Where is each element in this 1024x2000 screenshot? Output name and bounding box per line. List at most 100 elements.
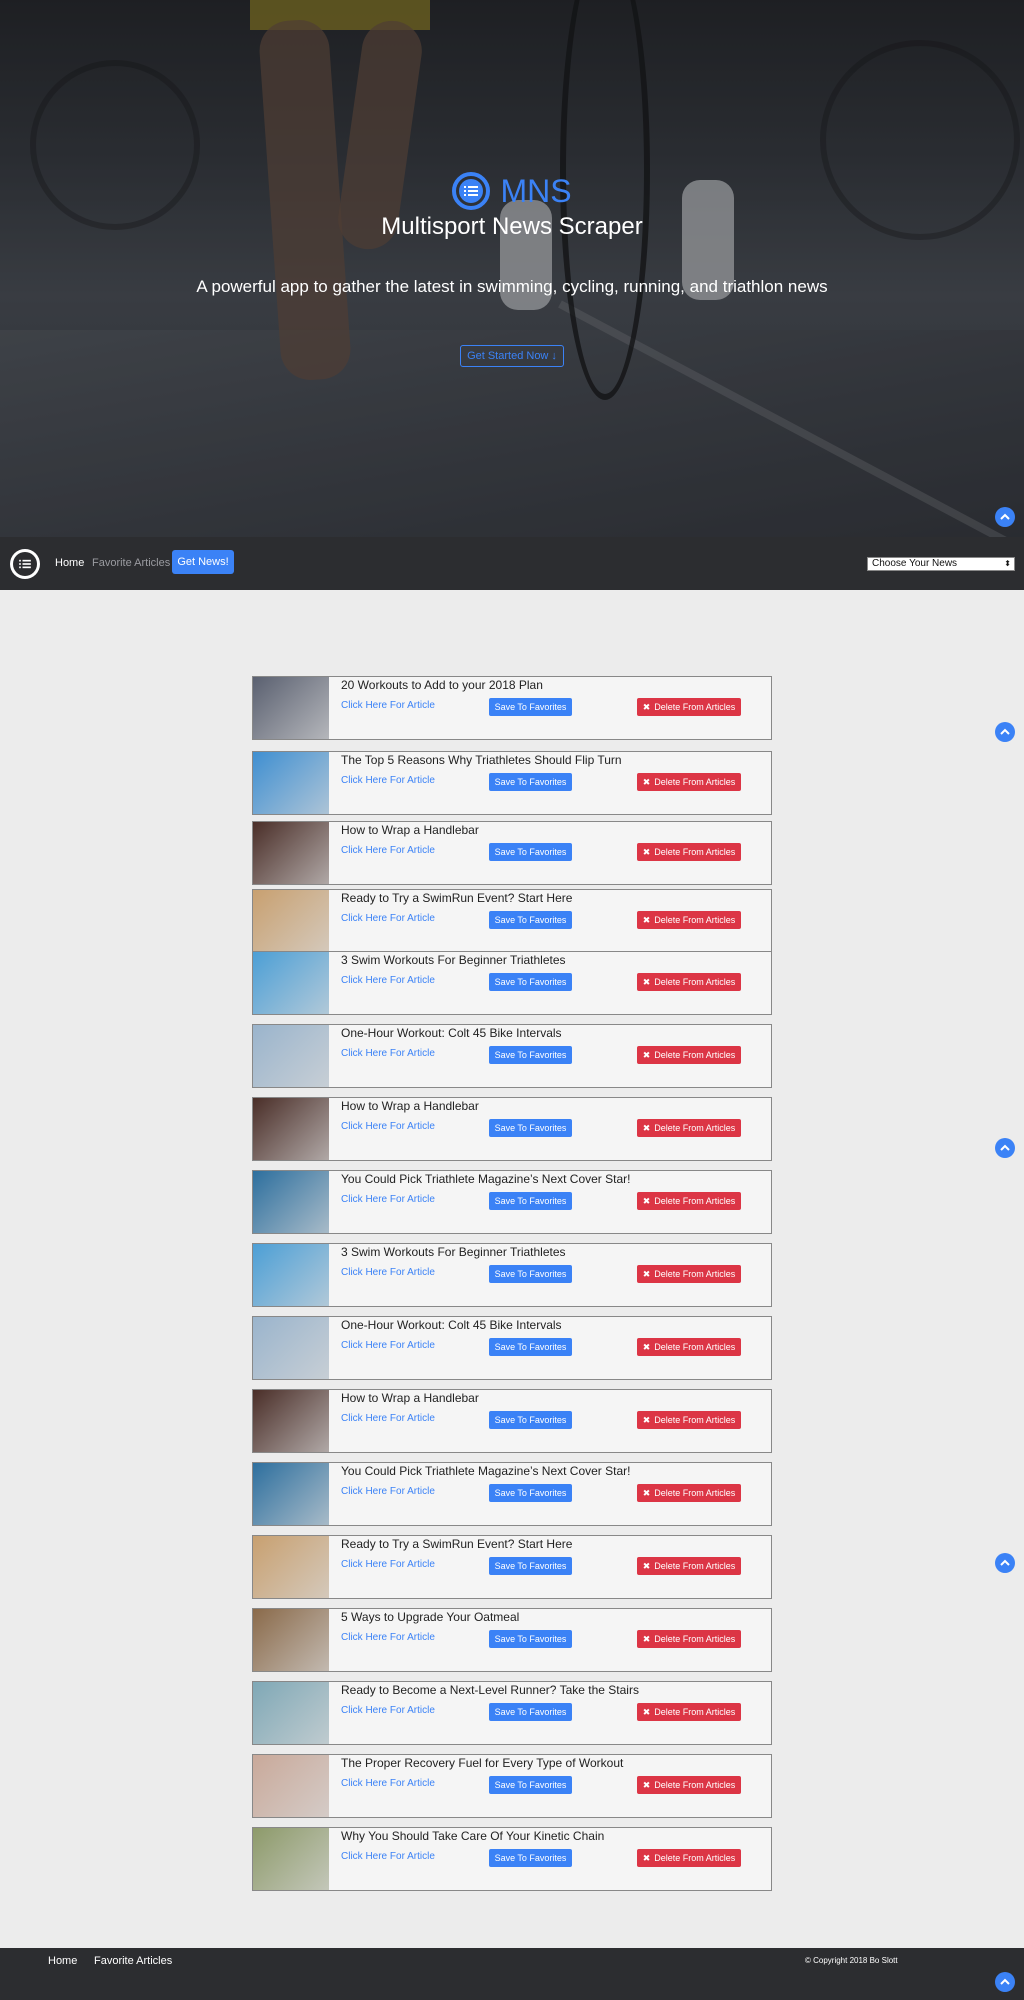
article-title: How to Wrap a Handlebar xyxy=(341,823,479,837)
hero-overlay xyxy=(0,0,1024,537)
save-to-favorites-button[interactable]: Save To Favorites xyxy=(489,1119,572,1137)
article-card: Why You Should Take Care Of Your Kinetic… xyxy=(252,1827,772,1891)
scroll-top-icon[interactable] xyxy=(995,507,1015,527)
news-source-select[interactable]: Choose Your News ⬍ xyxy=(867,557,1015,571)
save-to-favorites-button[interactable]: Save To Favorites xyxy=(489,1192,572,1210)
delete-article-button[interactable]: ✖ Delete From Articles xyxy=(637,1046,741,1064)
article-link[interactable]: Click Here For Article xyxy=(341,975,435,986)
article-link[interactable]: Click Here For Article xyxy=(341,1851,435,1862)
save-to-favorites-button[interactable]: Save To Favorites xyxy=(489,1411,572,1429)
save-to-favorites-button[interactable]: Save To Favorites xyxy=(489,1849,572,1867)
delete-article-label: Delete From Articles xyxy=(654,1707,736,1717)
save-to-favorites-button[interactable]: Save To Favorites xyxy=(489,1703,572,1721)
save-to-favorites-button[interactable]: Save To Favorites xyxy=(489,1338,572,1356)
delete-article-button[interactable]: ✖ Delete From Articles xyxy=(637,973,741,991)
delete-article-button[interactable]: ✖ Delete From Articles xyxy=(637,1338,741,1356)
copyright-text: © Copyright 2018 Bo Slott xyxy=(805,1956,898,1965)
scroll-top-icon[interactable] xyxy=(995,1138,1015,1158)
logo-icon[interactable] xyxy=(10,549,40,579)
delete-article-button[interactable]: ✖ Delete From Articles xyxy=(637,1776,741,1794)
save-to-favorites-button[interactable]: Save To Favorites xyxy=(489,698,572,716)
save-to-favorites-button[interactable]: Save To Favorites xyxy=(489,1630,572,1648)
brand: MNS xyxy=(0,172,1024,210)
hero-subtitle: A powerful app to gather the latest in s… xyxy=(196,277,828,296)
delete-article-button[interactable]: ✖ Delete From Articles xyxy=(637,843,741,861)
footer-home-link[interactable]: Home xyxy=(48,1955,77,1967)
article-card: How to Wrap a Handlebar Click Here For Ar… xyxy=(252,1097,772,1161)
article-card: Ready to Try a SwimRun Event? Start Here… xyxy=(252,1535,772,1599)
delete-article-button[interactable]: ✖ Delete From Articles xyxy=(637,1849,741,1867)
delete-article-button[interactable]: ✖ Delete From Articles xyxy=(637,698,741,716)
save-to-favorites-button[interactable]: Save To Favorites xyxy=(489,843,572,861)
list-circle-icon xyxy=(452,172,491,210)
close-icon: ✖ xyxy=(642,1779,651,1790)
delete-article-button[interactable]: ✖ Delete From Articles xyxy=(637,911,741,929)
article-link[interactable]: Click Here For Article xyxy=(341,1121,435,1132)
delete-article-label: Delete From Articles xyxy=(654,847,736,857)
article-title: 3 Swim Workouts For Beginner Triathletes xyxy=(341,953,566,967)
save-to-favorites-button[interactable]: Save To Favorites xyxy=(489,1557,572,1575)
article-link[interactable]: Click Here For Article xyxy=(341,1559,435,1570)
article-thumbnail xyxy=(253,1682,329,1744)
article-thumbnail xyxy=(253,752,329,814)
delete-article-button[interactable]: ✖ Delete From Articles xyxy=(637,773,741,791)
save-to-favorites-button[interactable]: Save To Favorites xyxy=(489,1046,572,1064)
article-link[interactable]: Click Here For Article xyxy=(341,1340,435,1351)
nav-favorites-link[interactable]: Favorite Articles xyxy=(92,557,170,569)
save-to-favorites-button[interactable]: Save To Favorites xyxy=(489,1776,572,1794)
article-title: One-Hour Workout: Colt 45 Bike Intervals xyxy=(341,1318,562,1332)
close-icon: ✖ xyxy=(642,776,651,787)
delete-article-button[interactable]: ✖ Delete From Articles xyxy=(637,1484,741,1502)
article-title: Why You Should Take Care Of Your Kinetic… xyxy=(341,1829,605,1843)
delete-article-label: Delete From Articles xyxy=(654,1123,736,1133)
delete-article-button[interactable]: ✖ Delete From Articles xyxy=(637,1119,741,1137)
article-card: You Could Pick Triathlete Magazine’s Nex… xyxy=(252,1462,772,1526)
article-link[interactable]: Click Here For Article xyxy=(341,845,435,856)
article-card: The Proper Recovery Fuel for Every Type … xyxy=(252,1754,772,1818)
save-to-favorites-button[interactable]: Save To Favorites xyxy=(489,1265,572,1283)
close-icon: ✖ xyxy=(642,1122,651,1133)
scroll-top-icon[interactable] xyxy=(995,1972,1015,1992)
article-link[interactable]: Click Here For Article xyxy=(341,1267,435,1278)
article-link[interactable]: Click Here For Article xyxy=(341,1632,435,1643)
get-news-button[interactable]: Get News! xyxy=(172,550,234,574)
article-link[interactable]: Click Here For Article xyxy=(341,1486,435,1497)
footer-favorites-link[interactable]: Favorite Articles xyxy=(94,1955,172,1967)
close-icon: ✖ xyxy=(642,1195,651,1206)
delete-article-button[interactable]: ✖ Delete From Articles xyxy=(637,1703,741,1721)
select-arrows-icon: ⬍ xyxy=(1004,559,1011,568)
delete-article-label: Delete From Articles xyxy=(654,1269,736,1279)
article-link[interactable]: Click Here For Article xyxy=(341,1194,435,1205)
get-started-button[interactable]: Get Started Now ↓ xyxy=(460,345,564,367)
delete-article-button[interactable]: ✖ Delete From Articles xyxy=(637,1192,741,1210)
article-link[interactable]: Click Here For Article xyxy=(341,1048,435,1059)
save-to-favorites-button[interactable]: Save To Favorites xyxy=(489,973,572,991)
article-link[interactable]: Click Here For Article xyxy=(341,700,435,711)
save-to-favorites-button[interactable]: Save To Favorites xyxy=(489,911,572,929)
delete-article-label: Delete From Articles xyxy=(654,777,736,787)
delete-article-button[interactable]: ✖ Delete From Articles xyxy=(637,1411,741,1429)
scroll-top-icon[interactable] xyxy=(995,1553,1015,1573)
article-card: 20 Workouts to Add to your 2018 Plan Clic… xyxy=(252,676,772,740)
nav-home-link[interactable]: Home xyxy=(55,557,84,569)
article-title: How to Wrap a Handlebar xyxy=(341,1099,479,1113)
hero-section: MNS Multisport News Scraper A powerful a… xyxy=(0,0,1024,537)
delete-article-button[interactable]: ✖ Delete From Articles xyxy=(637,1630,741,1648)
article-card: The Top 5 Reasons Why Triathletes Should… xyxy=(252,751,772,815)
article-thumbnail xyxy=(253,1536,329,1598)
save-to-favorites-button[interactable]: Save To Favorites xyxy=(489,1484,572,1502)
article-title: 5 Ways to Upgrade Your Oatmeal xyxy=(341,1610,520,1624)
article-link[interactable]: Click Here For Article xyxy=(341,913,435,924)
article-thumbnail xyxy=(253,1025,329,1087)
scroll-top-icon[interactable] xyxy=(995,722,1015,742)
article-link[interactable]: Click Here For Article xyxy=(341,1705,435,1716)
article-link[interactable]: Click Here For Article xyxy=(341,1413,435,1424)
delete-article-button[interactable]: ✖ Delete From Articles xyxy=(637,1557,741,1575)
delete-article-label: Delete From Articles xyxy=(654,1050,736,1060)
article-thumbnail xyxy=(253,1244,329,1306)
delete-article-button[interactable]: ✖ Delete From Articles xyxy=(637,1265,741,1283)
article-link[interactable]: Click Here For Article xyxy=(341,1778,435,1789)
article-link[interactable]: Click Here For Article xyxy=(341,775,435,786)
article-thumbnail xyxy=(253,952,329,1014)
save-to-favorites-button[interactable]: Save To Favorites xyxy=(489,773,572,791)
